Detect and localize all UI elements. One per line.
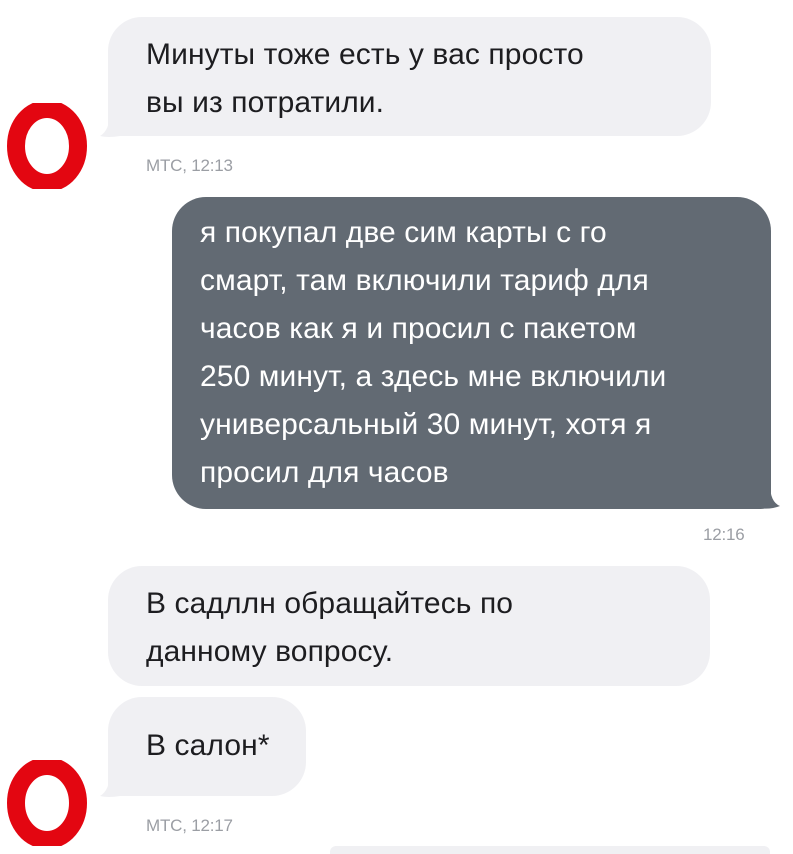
message-timestamp: 12:16 xyxy=(703,525,745,544)
message-text: В салон* xyxy=(146,729,270,762)
bubble-tail-left xyxy=(100,772,120,797)
message-text: я покупал две сим карты с го смарт, там … xyxy=(200,216,667,489)
sender-timestamp: МТС, 12:17 xyxy=(146,816,233,835)
message-text: В садллн обращайтесь по данному вопросу. xyxy=(146,587,514,668)
incoming-message-bubble[interactable]: В садллн обращайтесь по данному вопросу. xyxy=(108,566,710,686)
bubble-tail-right xyxy=(758,484,780,509)
incoming-message-bubble[interactable]: В салон* xyxy=(108,697,306,796)
outgoing-message-bubble[interactable]: я покупал две сим карты с го смарт, там … xyxy=(172,197,771,509)
message-text: Минуты тоже есть у вас просто вы из потр… xyxy=(146,38,584,119)
sender-timestamp: МТС, 12:13 xyxy=(146,156,233,175)
incoming-message-bubble[interactable]: Минуты тоже есть у вас просто вы из потр… xyxy=(108,17,711,136)
mts-logo-icon[interactable] xyxy=(4,103,90,189)
chat-thread: Минуты тоже есть у вас просто вы из потр… xyxy=(0,0,793,854)
mts-logo-icon[interactable] xyxy=(4,760,90,846)
bubble-tail-left xyxy=(100,112,120,137)
